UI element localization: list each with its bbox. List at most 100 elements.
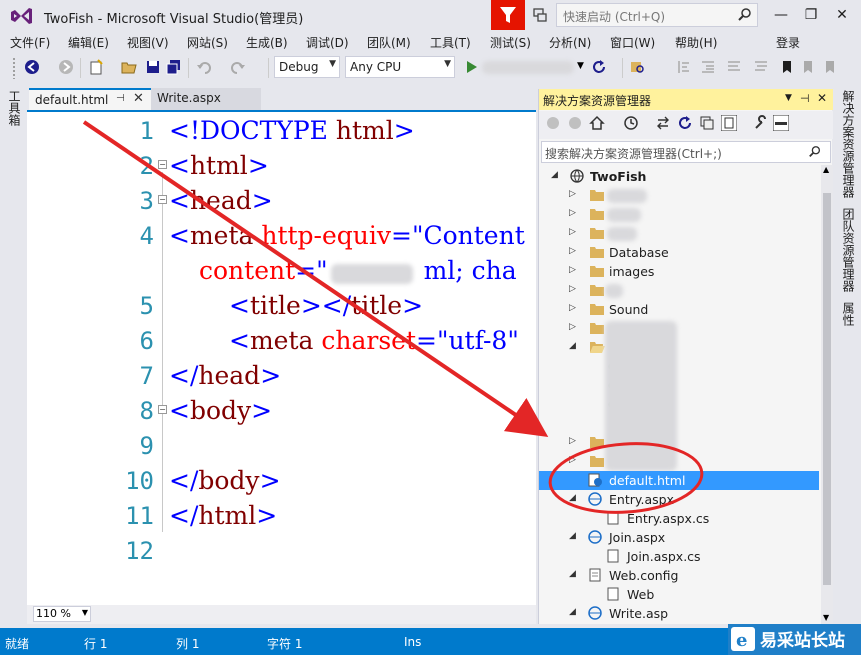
menu-view[interactable]: 视图(V) <box>127 34 169 51</box>
solution-configuration-dropdown[interactable]: Debug ▼ <box>274 56 340 78</box>
redo-icon[interactable] <box>230 59 246 75</box>
solution-platform-dropdown[interactable]: Any CPU ▼ <box>345 56 455 78</box>
collapsed-icon[interactable]: ▷ <box>569 322 576 332</box>
bookmark-icon[interactable] <box>779 59 795 75</box>
chevron-down-icon[interactable]: ▼ <box>577 61 584 71</box>
show-all-files-icon[interactable] <box>721 115 737 131</box>
tab-solution-explorer[interactable]: 解决方案资源管理器 <box>840 90 857 198</box>
tab-properties[interactable]: 属性 <box>840 302 857 326</box>
save-all-icon[interactable] <box>166 59 182 75</box>
history-icon[interactable] <box>623 115 639 131</box>
collapsed-icon[interactable]: ▷ <box>569 284 576 294</box>
menu-file[interactable]: 文件(F) <box>10 34 50 51</box>
scroll-down-icon[interactable]: ▼ <box>823 613 829 622</box>
tree-node-entry-aspx[interactable]: ◢ Entry.aspx <box>539 490 819 509</box>
menu-help[interactable]: 帮助(H) <box>675 34 717 51</box>
vertical-scrollbar[interactable]: ▲ ▼ <box>821 165 833 624</box>
pin-icon[interactable]: ⊣ <box>116 93 125 104</box>
collapsed-icon[interactable]: ▷ <box>569 265 576 275</box>
collapsed-icon[interactable]: ▷ <box>569 436 576 446</box>
collapse-toggle[interactable]: − <box>158 160 167 169</box>
tree-node-default-html[interactable]: default.html <box>539 471 819 490</box>
expanded-icon[interactable]: ◢ <box>569 607 576 617</box>
collapse-toggle[interactable]: − <box>158 195 167 204</box>
back-icon[interactable] <box>24 59 40 75</box>
quick-launch-input[interactable]: 快速启动 (Ctrl+Q) <box>556 3 758 27</box>
pin-icon[interactable]: ⊣ <box>800 92 810 105</box>
menu-analyze[interactable]: 分析(N) <box>549 34 591 51</box>
tree-node-folder[interactable]: ▷ <box>539 281 819 300</box>
new-project-icon[interactable] <box>88 59 104 75</box>
home-icon[interactable] <box>589 115 605 131</box>
toolbar-grip[interactable] <box>12 57 16 79</box>
sync-icon[interactable] <box>655 115 671 131</box>
collapsed-icon[interactable]: ▷ <box>569 227 576 237</box>
tree-node-file[interactable]: C# <box>539 395 819 414</box>
tree-node-entry-cs[interactable]: Entry.aspx.cs <box>539 509 819 528</box>
tree-node-folder[interactable]: ▷ <box>539 452 819 471</box>
expanded-icon[interactable]: ◢ <box>569 341 576 351</box>
tree-node-database[interactable]: ▷ Database <box>539 243 819 262</box>
restore-button[interactable]: ❐ <box>798 4 824 26</box>
close-icon[interactable]: ✕ <box>817 91 827 105</box>
collapsed-icon[interactable]: ▷ <box>569 208 576 218</box>
scrollbar-thumb[interactable] <box>823 193 831 585</box>
tree-node-file[interactable]: C# <box>539 376 819 395</box>
chevron-down-icon[interactable]: ▼ <box>785 93 792 103</box>
collapse-toggle[interactable]: − <box>158 405 167 414</box>
tree-node-images[interactable]: ▷ images <box>539 262 819 281</box>
notification-icon[interactable] <box>532 7 548 23</box>
tree-node-file[interactable]: C# <box>539 357 819 376</box>
collapsed-icon[interactable]: ▷ <box>569 189 576 199</box>
menu-edit[interactable]: 编辑(E) <box>68 34 109 51</box>
forward-icon[interactable] <box>58 59 74 75</box>
expanded-icon[interactable]: ◢ <box>569 493 576 503</box>
tree-node-web-config[interactable]: ◢ Web.config <box>539 566 819 585</box>
properties-wrench-icon[interactable] <box>753 115 769 131</box>
indent-icon[interactable] <box>700 59 716 75</box>
find-in-files-icon[interactable] <box>629 59 645 75</box>
toolbox-tab[interactable]: 工具箱 <box>6 90 23 126</box>
start-debugging-icon[interactable] <box>463 59 479 75</box>
menu-team[interactable]: 团队(M) <box>367 34 411 51</box>
code-editor[interactable]: 1 2 3 4 5 6 7 8 9 10 11 12 − − − <!DOCTY… <box>27 110 536 605</box>
tree-node-web-child[interactable]: Web <box>539 585 819 604</box>
scroll-up-icon[interactable]: ▲ <box>823 165 829 174</box>
prev-bookmark-icon[interactable] <box>800 59 816 75</box>
expanded-icon[interactable]: ◢ <box>569 531 576 541</box>
tree-node-write-aspx[interactable]: ◢ Write.asp <box>539 604 819 623</box>
tree-node-folder[interactable]: ▷ <box>539 186 819 205</box>
preview-selected-icon[interactable] <box>773 115 789 131</box>
sign-in-link[interactable]: 登录 <box>776 34 800 51</box>
expanded-icon[interactable]: ◢ <box>551 170 558 180</box>
tree-node-folder-open[interactable]: ◢ <box>539 338 819 357</box>
align-icon[interactable] <box>676 59 692 75</box>
solution-explorer-search-input[interactable]: 搜索解决方案资源管理器(Ctrl+;) <box>541 141 831 163</box>
next-bookmark-icon[interactable] <box>822 59 838 75</box>
refresh-icon[interactable] <box>677 115 693 131</box>
tree-node-folder[interactable]: ▷ <box>539 319 819 338</box>
open-folder-icon[interactable] <box>121 59 137 75</box>
close-icon[interactable]: ✕ <box>133 91 144 106</box>
collapsed-icon[interactable]: ▷ <box>569 246 576 256</box>
tree-node-folder[interactable]: ▷ <box>539 224 819 243</box>
menu-test[interactable]: 测试(S) <box>490 34 531 51</box>
tree-node-sound[interactable]: ▷ Sound <box>539 300 819 319</box>
tree-node-root[interactable]: ◢ TwoFish <box>539 167 819 186</box>
refresh-icon[interactable] <box>591 59 607 75</box>
menu-debug[interactable]: 调试(D) <box>306 34 349 51</box>
close-button[interactable]: ✕ <box>829 4 855 26</box>
zoom-dropdown[interactable]: 110 % ▼ <box>33 606 91 622</box>
menu-window[interactable]: 窗口(W) <box>610 34 655 51</box>
menu-build[interactable]: 生成(B) <box>246 34 288 51</box>
tab-write-aspx[interactable]: Write.aspx <box>151 88 261 110</box>
expanded-icon[interactable]: ◢ <box>569 569 576 579</box>
feedback-button[interactable] <box>491 0 525 30</box>
tab-team-explorer[interactable]: 团队资源管理器 <box>840 208 857 292</box>
menu-tools[interactable]: 工具(T) <box>430 34 471 51</box>
save-icon[interactable] <box>145 59 161 75</box>
tree-node-folder[interactable]: ▷ <box>539 433 819 452</box>
collapsed-icon[interactable]: ▷ <box>569 455 576 465</box>
tree-node-join-cs[interactable]: Join.aspx.cs <box>539 547 819 566</box>
menu-website[interactable]: 网站(S) <box>187 34 228 51</box>
